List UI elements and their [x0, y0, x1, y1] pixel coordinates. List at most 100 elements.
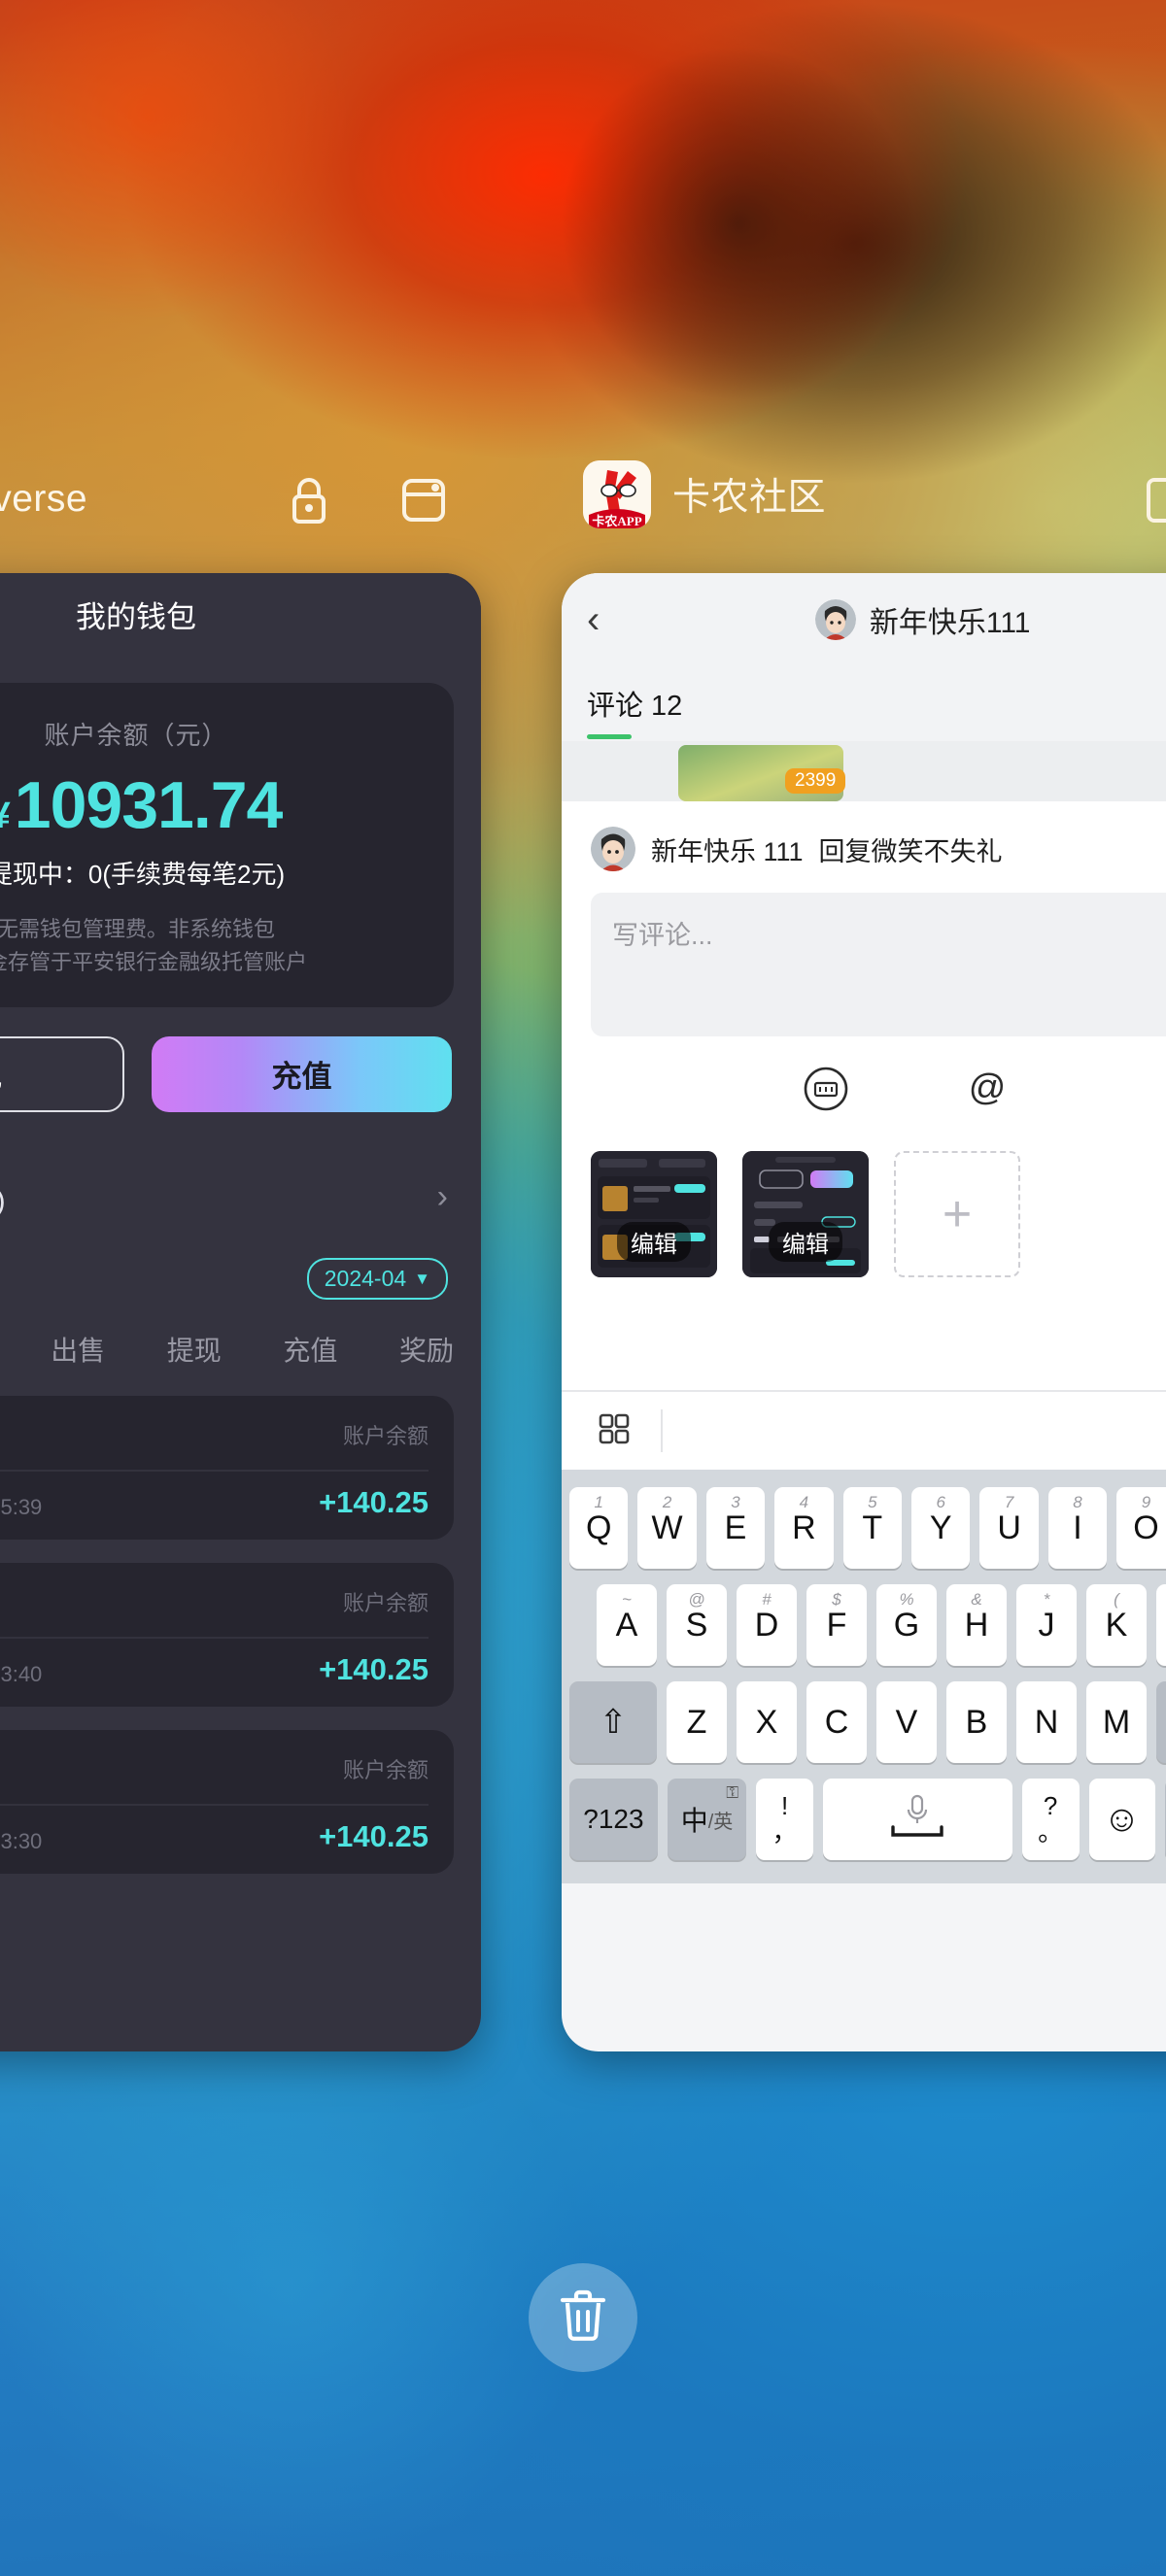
balance-amount: 10931.74	[14, 768, 284, 842]
key-l[interactable]: )L	[1156, 1584, 1166, 1666]
key-r[interactable]: 4R	[774, 1487, 834, 1569]
key-a[interactable]: ~ A	[597, 1584, 657, 1666]
key-sup: 7	[1004, 1493, 1014, 1511]
keyboard-icon[interactable]	[799, 1062, 853, 1116]
grid-icon[interactable]	[595, 1409, 634, 1453]
key-h[interactable]: & H	[946, 1584, 1007, 1666]
key-s[interactable]: @ S	[667, 1584, 727, 1666]
withdraw-button[interactable]: 提现	[0, 1035, 124, 1112]
key-c[interactable]: C	[806, 1681, 867, 1763]
tab-recharge[interactable]: 充值	[275, 1326, 345, 1373]
clear-all-trash-button[interactable]	[529, 2263, 637, 2372]
bank-cards-entry[interactable]: 我的银行卡(2) ›	[0, 1153, 481, 1242]
transaction-row[interactable]: 奖励收入 账户余额 2024-04-21 15:43:30 +140.25	[0, 1729, 454, 1874]
transaction-row[interactable]: 奖励收入 账户余额 2024-04-21 15:43:40 +140.25	[0, 1562, 454, 1707]
community-navbar: ‹ 新年快乐111	[562, 573, 1166, 665]
key-t[interactable]: 5T	[842, 1487, 902, 1569]
key-sup: 6	[936, 1493, 945, 1511]
key-label: Y	[929, 1508, 952, 1546]
key-label: C	[824, 1703, 849, 1741]
symbols-key[interactable]: ?123	[569, 1779, 658, 1860]
community-page-title: 新年快乐111	[869, 606, 1031, 639]
add-image-button[interactable]: +	[894, 1151, 1020, 1277]
bank-cards-label: 我的银行卡(2)	[0, 1176, 6, 1219]
sheet-spacer	[562, 1306, 1166, 1390]
key-sup: &	[971, 1590, 982, 1609]
key-d[interactable]: # D	[737, 1584, 797, 1666]
key-label: B	[965, 1703, 988, 1741]
key-z[interactable]: Z	[667, 1681, 727, 1763]
thumbnail-edit-badge[interactable]: 编辑	[769, 1222, 842, 1262]
shift-key[interactable]: ⇧	[569, 1681, 657, 1763]
key-label: R	[792, 1508, 816, 1546]
punctuation-key-1[interactable]: ! ，	[756, 1779, 813, 1860]
key-o[interactable]: 9O	[1116, 1487, 1166, 1569]
key-label: T	[862, 1508, 883, 1546]
attachment-thumbnails: 编辑 编辑 +	[591, 1151, 1166, 1306]
transaction-amount: +140.25	[319, 1484, 429, 1519]
key-sup: 8	[1073, 1493, 1082, 1511]
key-k[interactable]: (K	[1086, 1584, 1147, 1666]
thumbnail-edit-badge[interactable]: 编辑	[617, 1222, 691, 1262]
virtual-keyboard: 1Q 2W 3E 4R 5T 6Y 7U 8I 9O 0P ~A @S #D $…	[562, 1470, 1166, 1883]
key-y[interactable]: 6Y	[911, 1487, 971, 1569]
back-icon[interactable]: ‹	[587, 600, 600, 639]
attachment-thumbnail[interactable]: 编辑	[742, 1151, 869, 1277]
lang-cn-label: 中	[680, 1806, 708, 1836]
withdrawing-status: 提现中：0(手续费每笔2元)	[0, 860, 286, 889]
balance-label: 账户余额（元）	[44, 721, 228, 750]
comment-input-placeholder: 写评论...	[612, 921, 713, 950]
date-filter-pill[interactable]: 2024-04 ▼	[306, 1258, 448, 1301]
transaction-sub: 账户余额	[342, 1757, 429, 1782]
records-header: 账单 2024-04 ▼	[0, 1242, 481, 1301]
transaction-row[interactable]: 奖励收入 账户余额 2024-04-21 15:45:39 +140.25	[0, 1395, 454, 1540]
tab-sell[interactable]: 出售	[43, 1326, 113, 1373]
key-label: Z	[686, 1703, 707, 1741]
comment-input[interactable]: 写评论...	[591, 893, 1166, 1036]
mention-icon[interactable]: @	[960, 1062, 1014, 1116]
divider	[0, 1469, 429, 1472]
recharge-button[interactable]: 充值	[152, 1035, 452, 1112]
navbar-center: 新年快乐111	[619, 598, 1166, 641]
key-u[interactable]: 7U	[979, 1487, 1039, 1569]
key-x[interactable]: X	[737, 1681, 797, 1763]
key-j[interactable]: * J	[1016, 1584, 1077, 1666]
recents-card-community[interactable]: ‹ 新年快乐111 评论 12 2399 ¥2299	[562, 573, 1166, 2051]
svg-text:@: @	[969, 1068, 1007, 1108]
key-m[interactable]: M	[1086, 1681, 1147, 1763]
key-sup: 9	[1141, 1493, 1151, 1511]
tab-reward[interactable]: 奖励	[392, 1326, 462, 1373]
key-label: E	[724, 1508, 747, 1546]
attachment-thumbnail[interactable]: 编辑	[591, 1151, 717, 1277]
recents-card-wallet[interactable]: 我的钱包 账户余额（元） ¥ 10931.74 提现中：0(手续费每笔2元) 无…	[0, 573, 481, 2051]
post-content-behind: 2399 ¥2299	[562, 741, 1166, 801]
key-w[interactable]: 2W	[637, 1487, 697, 1569]
tab-withdraw[interactable]: 提现	[159, 1326, 229, 1373]
key-q[interactable]: 1Q	[568, 1487, 629, 1569]
punctuation-key-2[interactable]: ? 。	[1021, 1779, 1080, 1860]
key-label: N	[1034, 1703, 1059, 1741]
key-sup: 1	[594, 1493, 603, 1511]
keyboard-row-3: ⇧ Z X C V B N M ⌫	[569, 1681, 1166, 1763]
key-f[interactable]: $ F	[806, 1584, 867, 1666]
key-e[interactable]: 3E	[705, 1487, 766, 1569]
key-sup: 2	[662, 1493, 672, 1511]
key-label: G	[893, 1606, 920, 1644]
transaction-time: 2024-04-21 15:45:39	[0, 1494, 43, 1519]
transaction-time: 2024-04-21 15:43:40	[0, 1661, 43, 1686]
language-switch-key[interactable]: ⚿ 中/英	[667, 1779, 747, 1860]
key-i[interactable]: 8I	[1047, 1487, 1108, 1569]
key-b[interactable]: B	[946, 1681, 1007, 1763]
key-g[interactable]: % G	[876, 1584, 937, 1666]
key-sup: 3	[731, 1493, 740, 1511]
key-sup: (	[1114, 1590, 1119, 1609]
composer-reply-target: 回复微笑不失礼	[818, 836, 1003, 866]
space-key[interactable]	[822, 1779, 1012, 1860]
key-v[interactable]: V	[876, 1681, 937, 1763]
key-sup: *	[1043, 1590, 1050, 1609]
ime-toolbar	[562, 1390, 1166, 1470]
emoji-icon[interactable]: ☺	[1088, 1779, 1155, 1860]
backspace-key[interactable]: ⌫	[1156, 1681, 1166, 1763]
comments-count-label[interactable]: 评论 12	[587, 683, 682, 739]
key-n[interactable]: N	[1016, 1681, 1077, 1763]
